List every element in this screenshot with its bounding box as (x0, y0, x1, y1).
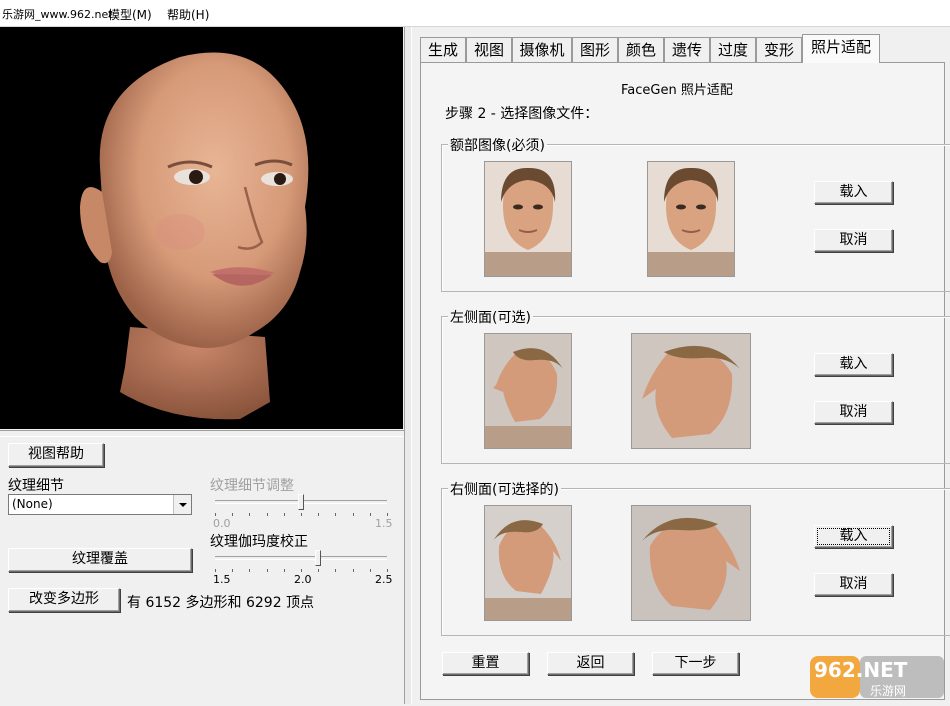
tab-7[interactable]: 变形 (756, 37, 802, 62)
slider-tick (232, 569, 234, 572)
change-polygons-button[interactable]: 改变多边形 (8, 588, 120, 612)
slider-tick (301, 569, 302, 572)
gamma-min: 1.5 (213, 573, 231, 586)
slider-thumb[interactable] (315, 550, 322, 566)
front-cancel-button[interactable]: 取消 (814, 229, 893, 252)
slider-tick (215, 513, 216, 516)
group-right-profile: 右侧面(可选择的) 载入 取消 (441, 479, 950, 636)
slider-tick (352, 569, 354, 572)
slider-tick (249, 513, 251, 516)
slider-tick (232, 513, 234, 516)
slider-tick (266, 569, 268, 572)
slider-tick (352, 513, 354, 516)
left-photo-source (484, 333, 572, 449)
texture-detail-value: (None) (12, 497, 53, 511)
next-button[interactable]: 下一步 (652, 652, 739, 675)
slider-tick (369, 569, 371, 572)
face-3d-viewport[interactable] (0, 27, 403, 429)
back-button[interactable]: 返回 (547, 652, 634, 675)
menu-bar: 乐游网_www.962.net 模型(M) 帮助(H) (0, 0, 950, 27)
site-label: 乐游网_www.962.net (2, 8, 113, 21)
horizontal-splitter (0, 430, 404, 437)
group-front-label: 额部图像(必须) (448, 135, 547, 155)
tab-1[interactable]: 视图 (466, 37, 512, 62)
right-photo-preview (631, 505, 751, 621)
view-help-button[interactable]: 视图帮助 (8, 443, 104, 467)
slider-tick (387, 513, 388, 516)
front-photo-preview (647, 161, 735, 277)
slider-tick (387, 569, 388, 572)
chevron-down-icon[interactable] (173, 495, 191, 514)
gamma-max: 2.5 (375, 573, 393, 586)
gamma-correction-slider[interactable] (215, 550, 388, 574)
tab-5[interactable]: 遗传 (664, 37, 710, 62)
face-render (80, 52, 309, 420)
right-photo-source (484, 505, 572, 621)
group-front-image: 额部图像(必须) 载入 取消 (441, 135, 950, 292)
tab-6[interactable]: 过度 (710, 37, 756, 62)
left-photo-preview (631, 333, 751, 449)
texture-detail-adjust-min: 0.0 (213, 517, 231, 530)
tab-2[interactable]: 摄像机 (512, 37, 572, 62)
texture-detail-adjust-max: 1.5 (375, 517, 393, 530)
group-right-label: 右侧面(可选择的) (448, 479, 561, 499)
vertical-splitter[interactable] (404, 27, 412, 704)
watermark-logo: 962.NET 乐游网 (808, 652, 948, 702)
front-load-button[interactable]: 载入 (814, 181, 893, 204)
slider-tick (283, 569, 285, 572)
group-left-label: 左侧面(可选) (448, 307, 533, 327)
tab-4[interactable]: 颜色 (618, 37, 664, 62)
step-text: 步骤 2 - 选择图像文件： (445, 106, 599, 122)
texture-detail-label: 纹理细节 (8, 478, 64, 494)
tab-0[interactable]: 生成 (420, 37, 466, 62)
panel-title: FaceGen 照片适配 (621, 83, 733, 98)
texture-overlay-button[interactable]: 纹理覆盖 (8, 548, 192, 572)
right-load-button[interactable]: 载入 (814, 525, 893, 548)
slider-tick (335, 569, 337, 572)
right-cancel-button[interactable]: 取消 (814, 573, 893, 596)
texture-detail-adjust-slider[interactable] (215, 494, 388, 518)
texture-detail-adjust-label: 纹理细节调整 (210, 478, 294, 494)
slider-tick (266, 513, 268, 516)
slider-thumb[interactable] (298, 494, 304, 510)
menu-help[interactable]: 帮助(H) (167, 6, 209, 23)
slider-tick (318, 513, 320, 516)
watermark-sub: 乐游网 (870, 684, 907, 698)
left-load-button[interactable]: 载入 (814, 353, 893, 376)
tab-8[interactable]: 照片适配 (802, 34, 880, 63)
slider-tick (301, 513, 302, 516)
reset-button[interactable]: 重置 (442, 652, 529, 675)
slider-track (215, 556, 387, 560)
front-photo-source (484, 161, 572, 277)
polygon-info: 有 6152 多边形和 6292 顶点 (127, 595, 315, 611)
slider-tick (283, 513, 285, 516)
watermark-brand: 962.NET (814, 658, 908, 682)
slider-tick (335, 513, 337, 516)
gamma-correction-label: 纹理伽玛度校正 (210, 534, 308, 550)
slider-tick (249, 569, 251, 572)
gamma-mid: 2.0 (294, 573, 312, 586)
tab-3[interactable]: 图形 (572, 37, 618, 62)
photo-fit-panel: FaceGen 照片适配 步骤 2 - 选择图像文件： 额部图像(必须) 载入 … (420, 62, 950, 700)
left-cancel-button[interactable]: 取消 (814, 401, 893, 424)
group-left-profile: 左侧面(可选) 载入 取消 (441, 307, 950, 464)
slider-tick (215, 569, 216, 572)
slider-ticks (215, 513, 388, 517)
slider-tick (369, 513, 371, 516)
texture-detail-select[interactable]: (None) (8, 494, 192, 515)
menu-model[interactable]: 模型(M) (108, 6, 152, 23)
slider-tick (318, 569, 320, 572)
